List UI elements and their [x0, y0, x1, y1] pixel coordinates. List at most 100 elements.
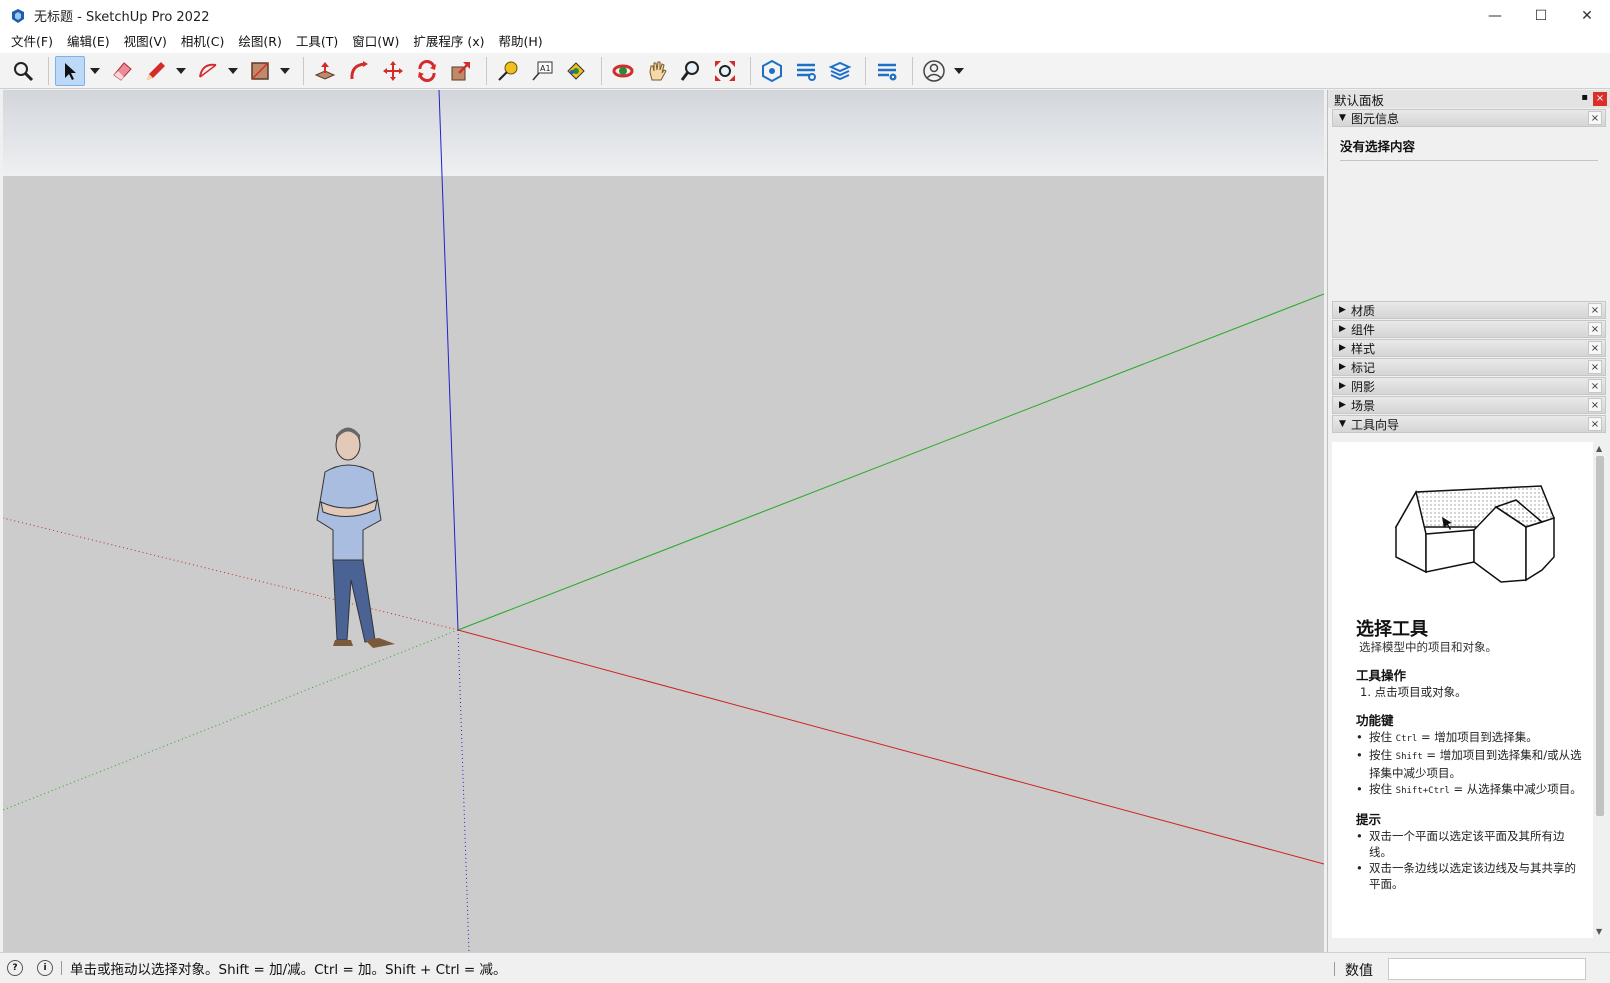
panel-close-button[interactable]: × [1588, 303, 1602, 317]
eraser-tool-button[interactable] [107, 56, 137, 86]
tape-measure-tool-button[interactable] [493, 56, 523, 86]
panel-title-components: 组件 [1351, 322, 1376, 337]
panel-close-button[interactable]: × [1588, 111, 1602, 125]
move-icon [383, 60, 403, 81]
panel-shadows[interactable]: ▶ 阴影 × [1332, 377, 1606, 395]
panel-entity-info[interactable]: ▼ 图元信息 × [1332, 109, 1606, 127]
title-bar: 无标题 - SketchUp Pro 2022 — ☐ ✕ [0, 0, 1610, 31]
pan-hand-icon [649, 61, 667, 80]
push-pull-icon [314, 61, 336, 80]
menu-extensions[interactable]: 扩展程序 (x) [406, 31, 491, 53]
triangle-down-icon: ▼ [1339, 419, 1346, 429]
rectangle-tool-button[interactable] [245, 56, 275, 86]
panel-tags[interactable]: ▶ 标记 × [1332, 358, 1606, 376]
panel-title-styles: 样式 [1351, 341, 1376, 356]
panel-close-button[interactable]: × [1588, 417, 1602, 431]
instructor-scrollbar[interactable]: ▲ ▼ [1593, 442, 1607, 938]
triangle-right-icon: ▶ [1339, 362, 1346, 372]
rotate-tool-button[interactable] [412, 56, 442, 86]
instructor-tip-item: 双击一个平面以选定该平面及其所有边线。 [1356, 828, 1583, 860]
search-tool-button[interactable] [8, 56, 38, 86]
panel-close-button[interactable]: × [1588, 341, 1602, 355]
eraser-icon [113, 61, 132, 81]
tray-close-button[interactable]: × [1593, 92, 1607, 106]
scroll-down-arrow-icon[interactable]: ▼ [1596, 927, 1602, 936]
follow-me-tool-button[interactable] [344, 56, 374, 86]
pencil-tool-button[interactable] [141, 56, 171, 86]
zoom-tool-button[interactable] [676, 56, 706, 86]
chevron-down-icon [228, 67, 238, 74]
menu-view[interactable]: 视图(V) [117, 31, 174, 53]
instructor-key-item: 按住 Ctrl = 增加项目到选择集。 [1356, 729, 1583, 747]
panel-close-button[interactable]: × [1588, 379, 1602, 393]
follow-me-icon [350, 60, 368, 79]
no-selection-text: 没有选择内容 [1340, 136, 1598, 161]
rotate-icon [418, 59, 436, 82]
3d-warehouse-button[interactable] [757, 56, 787, 86]
toolbar-separator [601, 56, 602, 85]
pencil-tool-dropdown[interactable] [175, 56, 187, 86]
panel-styles[interactable]: ▶ 样式 × [1332, 339, 1606, 357]
account-dropdown[interactable] [953, 56, 965, 86]
scroll-up-arrow-icon[interactable]: ▲ [1596, 444, 1602, 453]
menu-window[interactable]: 窗口(W) [345, 31, 406, 53]
scale-tool-button[interactable] [446, 56, 476, 86]
search-icon [14, 61, 34, 81]
pan-tool-button[interactable] [642, 56, 672, 86]
panel-instructor[interactable]: ▼ 工具向导 × [1332, 415, 1606, 433]
extension-warehouse-button[interactable] [791, 56, 821, 86]
move-tool-button[interactable] [378, 56, 408, 86]
menu-camera[interactable]: 相机(C) [174, 31, 231, 53]
select-tool-dropdown[interactable] [89, 56, 101, 86]
geo-location-icon[interactable]: ? [7, 960, 23, 976]
menu-tools[interactable]: 工具(T) [289, 31, 345, 53]
extension-warehouse-icon [797, 63, 816, 81]
panel-close-button[interactable]: × [1588, 322, 1602, 336]
paint-bucket-tool-button[interactable] [561, 56, 591, 86]
panel-materials[interactable]: ▶ 材质 × [1332, 301, 1606, 319]
window-controls: — ☐ ✕ [1472, 0, 1610, 31]
menu-draw[interactable]: 绘图(R) [231, 31, 288, 53]
panel-close-button[interactable]: × [1588, 360, 1602, 374]
chevron-down-icon [176, 67, 186, 74]
status-hint-text: 单击或拖动以选择对象。Shift = 加/减。Ctrl = 加。Shift + … [70, 962, 507, 978]
instructor-toggle-icon[interactable]: i [37, 960, 53, 976]
arc-tool-dropdown[interactable] [227, 56, 239, 86]
panel-title-materials: 材质 [1351, 303, 1376, 318]
close-window-button[interactable]: ✕ [1564, 0, 1610, 31]
status-separator [1334, 962, 1335, 976]
text-tool-button[interactable]: A1 [527, 56, 557, 86]
scale-figure-person[interactable] [316, 427, 395, 649]
push-pull-tool-button[interactable] [310, 56, 340, 86]
maximize-button[interactable]: ☐ [1518, 0, 1564, 31]
window-title: 无标题 - SketchUp Pro 2022 [34, 10, 210, 25]
select-tool-button[interactable] [55, 55, 85, 86]
menu-file[interactable]: 文件(F) [4, 31, 60, 53]
measurements-input[interactable] [1388, 958, 1586, 980]
pin-icon[interactable]: ▪ [1581, 92, 1588, 103]
instructor-key-item: 按住 Shift = 增加项目到选择集和/或从选择集中减少项目。 [1356, 747, 1583, 781]
modeling-viewport[interactable] [3, 90, 1324, 952]
arc-tool-button[interactable] [193, 56, 223, 86]
orbit-tool-button[interactable] [608, 56, 638, 86]
menu-bar: 文件(F) 编辑(E) 视图(V) 相机(C) 绘图(R) 工具(T) 窗口(W… [0, 31, 1610, 53]
panel-components[interactable]: ▶ 组件 × [1332, 320, 1606, 338]
minimize-button[interactable]: — [1472, 0, 1518, 31]
menu-help[interactable]: 帮助(H) [492, 31, 550, 53]
orbit-icon [612, 64, 634, 77]
menu-edit[interactable]: 编辑(E) [60, 31, 117, 53]
instructor-tip-item: 双击一条边线以选定该边线及与其共享的平面。 [1356, 860, 1583, 892]
triangle-right-icon: ▶ [1339, 400, 1346, 410]
instructor-operation-step: 1. 点击项目或对象。 [1360, 685, 1467, 699]
blue-axis [438, 90, 459, 631]
send-to-layout-button[interactable] [825, 56, 855, 86]
status-bar: ? i 单击或拖动以选择对象。Shift = 加/减。Ctrl = 加。Shif… [0, 952, 1610, 983]
zoom-extents-tool-button[interactable] [710, 56, 740, 86]
account-button[interactable] [919, 56, 949, 86]
panel-close-button[interactable]: × [1588, 398, 1602, 412]
rectangle-tool-dropdown[interactable] [279, 56, 291, 86]
extension-manager-button[interactable] [872, 56, 902, 86]
panel-scenes[interactable]: ▶ 场景 × [1332, 396, 1606, 414]
account-icon [923, 59, 945, 82]
scrollbar-thumb[interactable] [1596, 456, 1604, 816]
